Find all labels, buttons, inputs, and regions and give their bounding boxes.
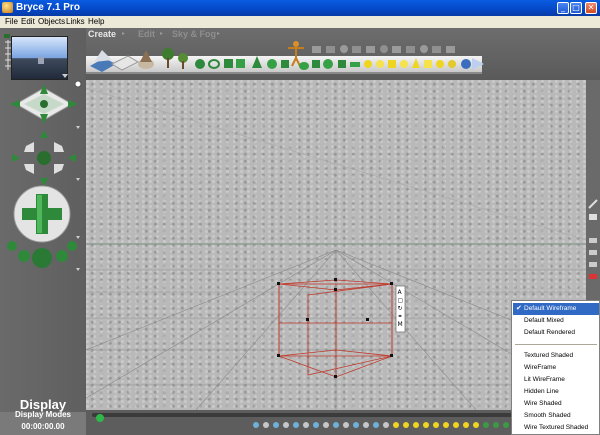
menu-item-default-rendered[interactable]: Default Rendered: [513, 327, 599, 339]
display-mode-menu: ✔ Default Wireframe Default Mixed Defaul…: [511, 300, 600, 435]
plane-icon[interactable]: [110, 55, 140, 71]
menu-help[interactable]: Help: [88, 17, 104, 26]
terrain-icon[interactable]: [90, 50, 116, 72]
nano-view-menu-arrow[interactable]: [62, 74, 68, 78]
cross-control-icon[interactable]: [12, 130, 76, 186]
menu-objects[interactable]: Objects: [38, 17, 65, 26]
zoom-menu-arrow[interactable]: [76, 268, 80, 271]
menu-item-label: Default Wireframe: [524, 305, 577, 312]
timecode: 00:00:00.00: [21, 422, 65, 431]
menu-separator: [515, 344, 597, 345]
toolbar-icon-2[interactable]: [589, 250, 597, 255]
menu-links[interactable]: Links: [66, 17, 85, 26]
menu-item-label: Textured Shaded: [524, 352, 574, 359]
trackball-menu-arrow[interactable]: [76, 126, 80, 129]
menu-item-textured-shaded[interactable]: Textured Shaded: [513, 350, 599, 362]
bottom-toolbar-icons[interactable]: [253, 422, 549, 428]
torus-icon[interactable]: [208, 59, 220, 69]
maximize-button[interactable]: □: [570, 2, 582, 14]
camera-zoom-spheres[interactable]: [7, 241, 77, 268]
close-button[interactable]: ✕: [585, 2, 597, 14]
metaball-icon[interactable]: [461, 58, 484, 70]
menu-item-default-wireframe[interactable]: ✔ Default Wireframe: [513, 303, 599, 315]
menu-item-wire-textured-shaded[interactable]: Wire Textured Shaded: [513, 422, 599, 434]
cone-icon[interactable]: [252, 56, 289, 69]
object-create-icons: [90, 41, 484, 72]
minimize-button[interactable]: _: [557, 2, 569, 14]
cube-handles[interactable]: [277, 278, 393, 378]
menu-bar: File Edit Objects Links Help: [0, 16, 600, 28]
menu-item-default-mixed[interactable]: Default Mixed: [513, 315, 599, 327]
sphere-icon[interactable]: [195, 59, 205, 69]
trackball-icon[interactable]: [10, 84, 78, 124]
menu-item-label: WireFrame: [524, 364, 557, 371]
svg-text:▢: ▢: [398, 297, 404, 304]
tree-icon[interactable]: [162, 48, 188, 69]
toolbar-icon-1[interactable]: [589, 238, 597, 243]
svg-text:⚭: ⚭: [398, 313, 403, 320]
bryce-app-icon: [2, 2, 13, 13]
brush-icon[interactable]: [588, 199, 598, 209]
camera-sphere-menu-arrow[interactable]: [76, 236, 80, 239]
eraser-icon[interactable]: [589, 214, 597, 220]
menu-item-lit-wireframe[interactable]: Lit WireFrame: [513, 374, 599, 386]
camera-sphere-icon[interactable]: [13, 185, 71, 243]
control-panel-graphics: [4, 34, 82, 271]
bryce-application: Bryce 7.1 Pro _ □ ✕ File Edit Objects Li…: [0, 0, 600, 435]
checkmark-icon: ✔: [516, 305, 522, 312]
menu-item-label: Wire Shaded: [524, 400, 562, 407]
primitive-shapes-green: [299, 59, 360, 70]
menu-item-label: Lit WireFrame: [524, 376, 565, 383]
timeline-scrubber[interactable]: [96, 414, 104, 422]
title-bar: Bryce 7.1 Pro _ □ ✕: [0, 0, 600, 16]
menu-item-label: Default Rendered: [524, 329, 575, 336]
rock-icon[interactable]: [138, 50, 154, 69]
primitive-outlines: [312, 45, 455, 53]
cube-icon[interactable]: [224, 59, 245, 68]
toolbar-icon-3[interactable]: [589, 262, 597, 267]
menu-edit[interactable]: Edit: [21, 17, 35, 26]
display-subtitle: Display Modes: [14, 410, 71, 419]
figure-icon[interactable]: [288, 41, 304, 67]
menu-item-label: Default Mixed: [524, 317, 564, 324]
menu-item-label: Smooth Shaded: [524, 412, 571, 419]
menu-file[interactable]: File: [5, 17, 18, 26]
object-attributes-toolbar[interactable]: A ▢ ↻ ⚭ M: [395, 285, 406, 333]
cross-control-menu-arrow[interactable]: [76, 178, 80, 181]
menu-item-hidden-line[interactable]: Hidden Line: [513, 386, 599, 398]
menu-item-label: Wire Textured Shaded: [524, 424, 589, 431]
svg-text:M: M: [398, 321, 403, 328]
menu-item-wire-shaded[interactable]: Wire Shaded: [513, 398, 599, 410]
light-icon[interactable]: [364, 58, 456, 68]
menu-item-wireframe[interactable]: WireFrame: [513, 362, 599, 374]
menu-item-label: Hidden Line: [524, 388, 559, 395]
window-title: Bryce 7.1 Pro: [16, 2, 80, 13]
view-reset-button[interactable]: [74, 80, 82, 88]
svg-text:↻: ↻: [398, 305, 403, 312]
menu-item-smooth-shaded[interactable]: Smooth Shaded: [513, 410, 599, 422]
toolbar-icon-4[interactable]: [589, 274, 597, 279]
camera-lever[interactable]: [4, 34, 11, 70]
